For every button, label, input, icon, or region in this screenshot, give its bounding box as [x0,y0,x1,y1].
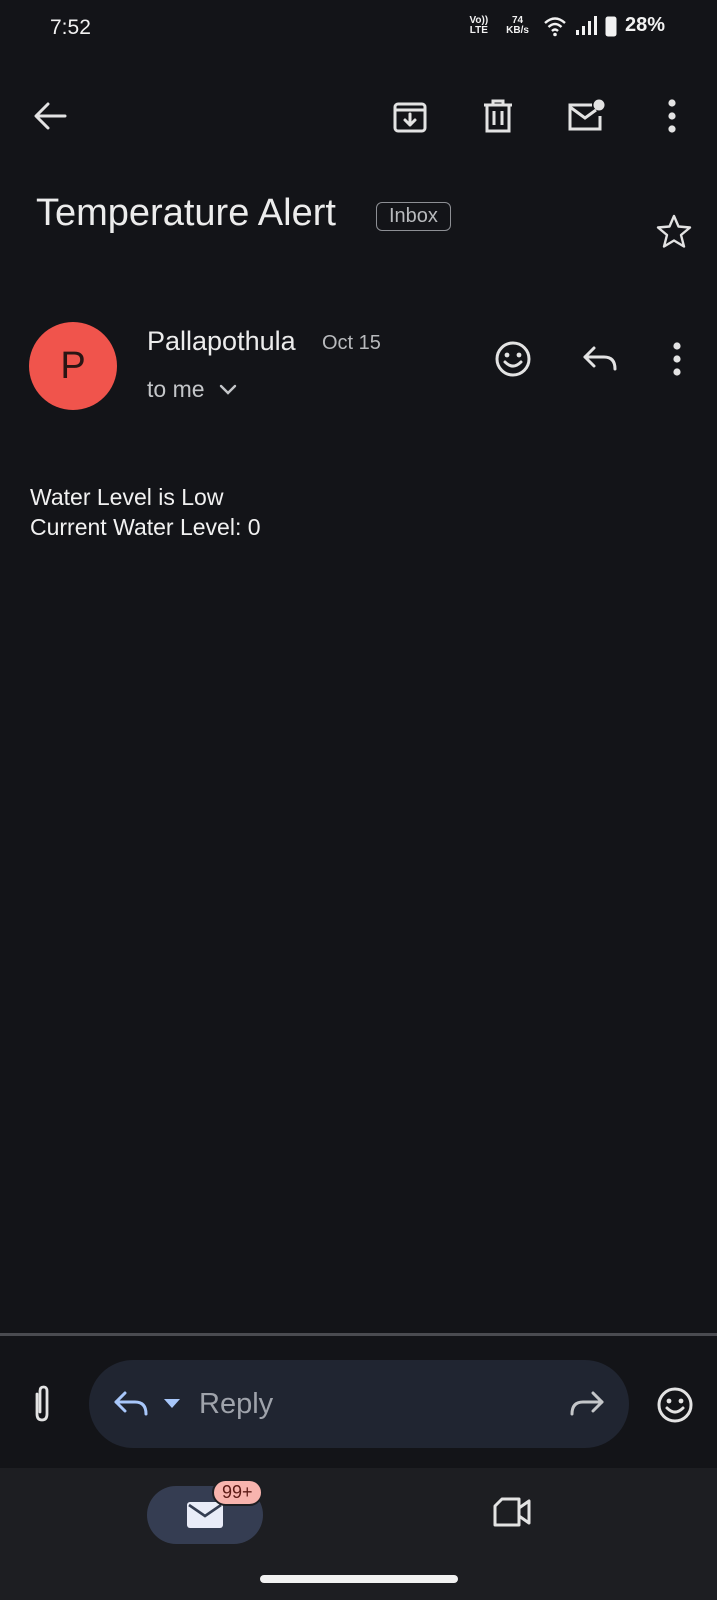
battery-icon [605,16,617,36]
emoji-icon [657,1387,693,1423]
recipient-toggle[interactable]: to me [147,376,237,403]
archive-icon [393,102,427,133]
reply-placeholder: Reply [199,1387,274,1420]
emoji-icon [495,341,531,377]
email-date: Oct 15 [322,332,381,354]
network-speed: 74 KB/s [506,14,529,36]
mail-unread-badge: 99+ [212,1479,263,1506]
status-time: 7:52 [50,16,91,39]
react-emoji-button[interactable] [489,335,537,383]
trash-icon [484,99,512,133]
sender-avatar[interactable]: P [29,322,117,410]
status-icons: Vo)) LTE 74 KB/s 28% [469,14,665,37]
sender-name: Pallapothula [147,326,296,356]
volte-top: Vo)) [469,14,489,26]
battery-percent: 28% [624,14,665,36]
home-indicator[interactable] [260,1575,458,1583]
body-line: Current Water Level: 0 [30,514,261,540]
reply-icon [583,346,617,371]
recipient-text: to me [147,376,205,402]
chevron-down-icon [219,384,236,395]
star-button[interactable] [650,207,698,255]
mark-unread-button[interactable] [562,92,610,140]
avatar-initial: P [60,344,86,387]
divider [0,1333,717,1336]
volte-bottom: LTE [469,24,488,36]
video-camera-icon [493,1497,531,1527]
reply-compose-bar[interactable]: Reply [89,1360,629,1448]
email-subject: Temperature Alert [36,192,336,234]
star-icon [656,214,692,248]
caret-down-icon[interactable] [163,1398,181,1410]
speed-unit: KB/s [506,24,529,36]
more-vert-icon [668,99,676,133]
more-options-button[interactable] [648,92,696,140]
email-body: Water Level is Low Current Water Level: … [30,482,261,542]
speed-value: 74 [512,14,524,26]
mail-icon [187,1502,223,1528]
paperclip-icon [35,1385,49,1422]
emoji-reaction-button[interactable] [651,1381,699,1429]
attach-button[interactable] [18,1380,66,1428]
inbox-label-chip[interactable]: Inbox [376,202,451,231]
back-button[interactable] [26,92,74,140]
reply-button[interactable] [576,335,624,383]
message-more-button[interactable] [653,335,701,383]
signal-icon [575,15,597,35]
delete-button[interactable] [474,92,522,140]
reply-icon [114,1391,148,1416]
archive-button[interactable] [386,92,434,140]
volte-indicator: Vo)) LTE [469,14,489,36]
arrow-left-icon [34,102,67,130]
wifi-icon [544,16,566,36]
mail-unread-icon [568,99,605,131]
forward-icon[interactable] [569,1390,605,1418]
nav-meet-tab[interactable] [488,1488,536,1536]
body-line: Water Level is Low [30,484,224,510]
more-vert-icon [673,342,681,376]
